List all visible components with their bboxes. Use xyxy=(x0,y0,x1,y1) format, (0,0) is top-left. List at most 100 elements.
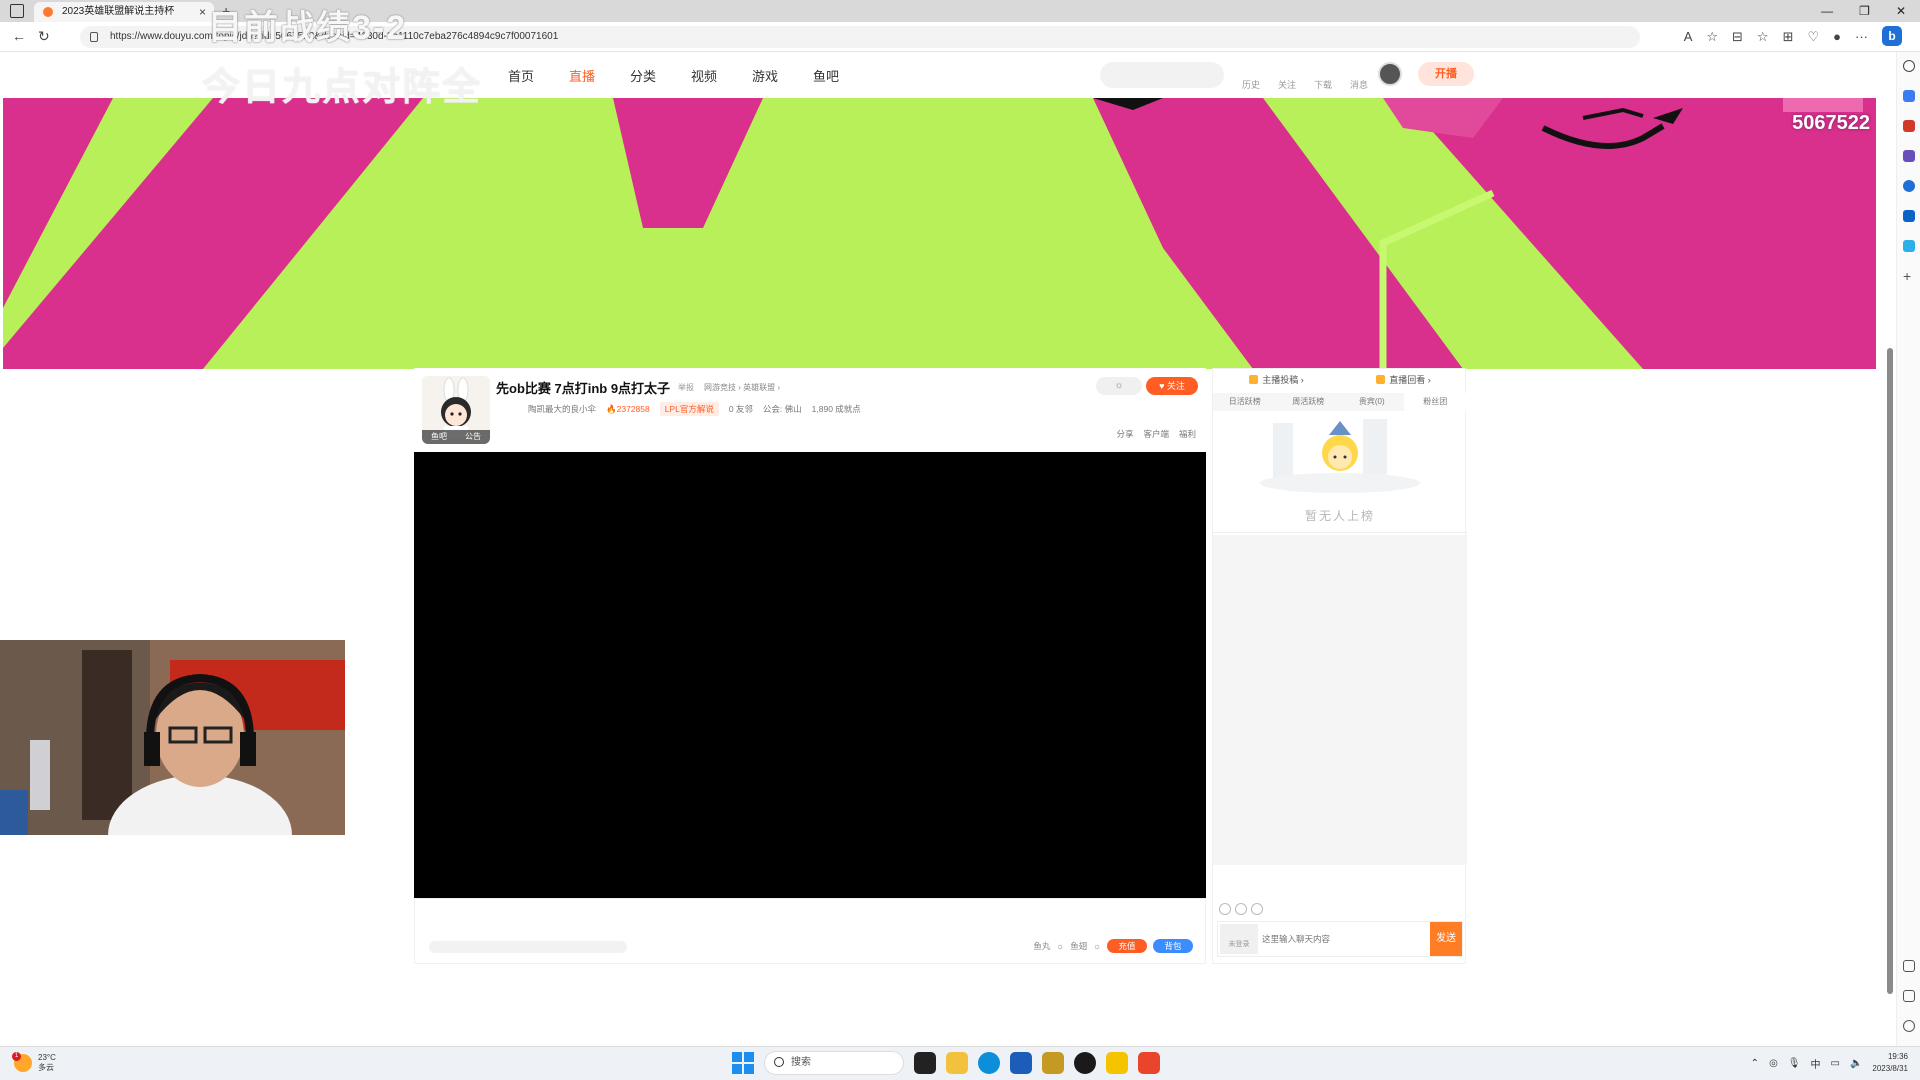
nav-item-games[interactable]: 游戏 xyxy=(752,66,813,85)
nav-item-home[interactable]: 首页 xyxy=(508,66,569,85)
tab-actions-icon[interactable] xyxy=(10,4,24,18)
emoji-icon[interactable] xyxy=(1219,903,1231,915)
follow-button[interactable]: ♥ 关注 xyxy=(1146,377,1198,395)
scroll-thumb[interactable] xyxy=(1887,348,1893,994)
drop-icon[interactable] xyxy=(1903,240,1915,252)
welfare-button[interactable]: 福利 xyxy=(1179,428,1196,440)
streamer-name[interactable]: 陶凯最大的良小伞 xyxy=(528,403,596,415)
download-link[interactable]: 下载 xyxy=(1314,78,1332,91)
more-icon[interactable]: ··· xyxy=(1855,26,1868,48)
settings-icon[interactable]: ☼ xyxy=(1096,377,1142,395)
outlook-icon[interactable] xyxy=(1903,210,1915,222)
game-icon[interactable] xyxy=(1042,1052,1064,1074)
nav-item-yuba[interactable]: 鱼吧 xyxy=(813,66,874,85)
streamer-post-link[interactable]: 主播投稿 › xyxy=(1213,369,1340,391)
fishball-label[interactable]: 鱼丸 xyxy=(1033,940,1050,952)
streamer-avatar[interactable]: 鱼吧 公告 xyxy=(422,376,490,444)
client-button[interactable]: 客户端 xyxy=(1143,428,1169,440)
nav-item-video[interactable]: 视频 xyxy=(691,66,752,85)
douyu-icon[interactable] xyxy=(1138,1052,1160,1074)
window-controls: — ❐ ✕ xyxy=(1821,0,1906,22)
clock[interactable]: 19:36 2023/8/31 xyxy=(1872,1051,1908,1075)
bag-button[interactable]: 背包 xyxy=(1153,939,1193,953)
video-player[interactable] xyxy=(414,452,1206,898)
nav-item-category[interactable]: 分类 xyxy=(630,66,691,85)
sidebar-icon[interactable] xyxy=(1903,990,1915,1002)
send-button[interactable]: 发送 xyxy=(1430,922,1462,956)
fishtank-icon[interactable]: ☼ xyxy=(1093,941,1101,951)
favorite-icon[interactable]: ☆ xyxy=(1706,26,1718,48)
replay-label: 直播回看 › xyxy=(1389,375,1431,385)
tab-fan-club[interactable]: 粉丝团 xyxy=(1403,393,1467,411)
profile-icon[interactable]: ● xyxy=(1833,26,1841,48)
mic-icon[interactable]: 🎙 xyxy=(1788,1058,1801,1069)
bing-icon[interactable]: b xyxy=(1882,26,1902,46)
edge-icon[interactable] xyxy=(978,1052,1000,1074)
minimize-button[interactable]: — xyxy=(1821,0,1833,22)
file-explorer-icon[interactable] xyxy=(946,1052,968,1074)
message-link[interactable]: 消息 xyxy=(1350,78,1368,91)
follow-link[interactable]: 关注 xyxy=(1278,78,1296,91)
input-method[interactable]: 中 xyxy=(1811,1056,1821,1071)
open-live-button[interactable]: 开播 xyxy=(1418,62,1474,86)
chevron-up-icon[interactable]: ⌃ xyxy=(1751,1058,1759,1069)
announcement-link[interactable]: 公告 xyxy=(465,430,481,444)
yuba-link[interactable]: 鱼吧 xyxy=(431,430,447,444)
screen-icon[interactable] xyxy=(1903,960,1915,972)
gear-icon[interactable] xyxy=(1903,1020,1915,1032)
chat-input[interactable] xyxy=(1262,926,1412,952)
volume-icon[interactable]: 🔈 xyxy=(1850,1058,1862,1069)
add-icon[interactable]: + xyxy=(1903,269,1915,283)
browser-essentials-icon[interactable]: ♡ xyxy=(1807,26,1819,48)
close-window-button[interactable]: ✕ xyxy=(1896,0,1906,22)
split-screen-icon[interactable]: ⊟ xyxy=(1732,26,1743,48)
user-avatar[interactable] xyxy=(1378,62,1402,86)
tab-daily-rank[interactable]: 日活跃榜 xyxy=(1213,393,1277,411)
lol-icon[interactable] xyxy=(1074,1052,1096,1074)
store-icon[interactable] xyxy=(1010,1052,1032,1074)
report-link[interactable]: 举报 xyxy=(678,382,694,393)
history-link[interactable]: 历史 xyxy=(1242,78,1260,91)
tab-vip[interactable]: 贵宾(0) xyxy=(1340,393,1404,411)
back-icon[interactable]: ← xyxy=(12,28,26,44)
tag-icon[interactable] xyxy=(1903,90,1915,102)
search-icon xyxy=(774,1057,784,1067)
tab-close-icon[interactable]: × xyxy=(199,2,206,22)
speaker-icon[interactable] xyxy=(1235,903,1247,915)
fishtank-label[interactable]: 鱼翅 xyxy=(1070,940,1087,952)
crown-icon[interactable] xyxy=(1251,903,1263,915)
taskbar-search[interactable]: 搜索 xyxy=(764,1051,904,1075)
search-icon[interactable] xyxy=(1903,60,1915,72)
page-scrollbar[interactable] xyxy=(1886,52,1894,1046)
category-breadcrumb[interactable]: 网游竞技 › 英雄联盟 › xyxy=(704,382,780,393)
chat-message-list[interactable] xyxy=(1213,535,1467,865)
tools-icon[interactable] xyxy=(1903,120,1915,132)
date: 2023/8/31 xyxy=(1872,1064,1908,1073)
weather-widget[interactable]: 1 23°C 多云 xyxy=(12,1052,56,1073)
read-aloud-icon[interactable]: A xyxy=(1684,26,1693,48)
restore-button[interactable]: ❐ xyxy=(1859,0,1870,22)
games-icon[interactable] xyxy=(1903,150,1915,162)
refresh-icon[interactable]: ↻ xyxy=(38,28,50,45)
collections-icon[interactable]: ⊞ xyxy=(1783,26,1794,48)
folder-play-icon[interactable] xyxy=(1106,1052,1128,1074)
start-icon[interactable] xyxy=(732,1052,754,1074)
hotness-value: 2372858 xyxy=(616,403,650,414)
room-subinfo: 陶凯最大的良小伞 🔥2372858 LPL官方解说 0 友邻 公会: 佛山 1,… xyxy=(528,402,861,416)
gift-bar: 鱼丸 ☼ 鱼翅 ☼ 充值 背包 xyxy=(414,898,1206,964)
charge-button[interactable]: 充值 xyxy=(1107,939,1147,953)
browser-tab[interactable]: 2023英雄联盟解说主持杯 × xyxy=(34,2,214,22)
network-icon[interactable]: ◎ xyxy=(1769,1058,1778,1069)
gift-progress-bar xyxy=(429,941,627,953)
task-view-icon[interactable] xyxy=(914,1052,936,1074)
replay-link[interactable]: 直播回看 › xyxy=(1340,369,1467,391)
office-icon[interactable] xyxy=(1903,180,1915,192)
site-search-input[interactable] xyxy=(1100,62,1224,88)
share-button[interactable]: 分享 xyxy=(1116,428,1133,440)
display-icon[interactable]: ▭ xyxy=(1831,1058,1840,1069)
nav-item-live[interactable]: 直播 xyxy=(569,66,630,85)
lock-icon[interactable] xyxy=(90,32,98,42)
tab-weekly-rank[interactable]: 周活跃榜 xyxy=(1277,393,1341,411)
favorites-icon[interactable]: ☆ xyxy=(1757,26,1769,48)
fishball-icon[interactable]: ☼ xyxy=(1056,941,1064,951)
